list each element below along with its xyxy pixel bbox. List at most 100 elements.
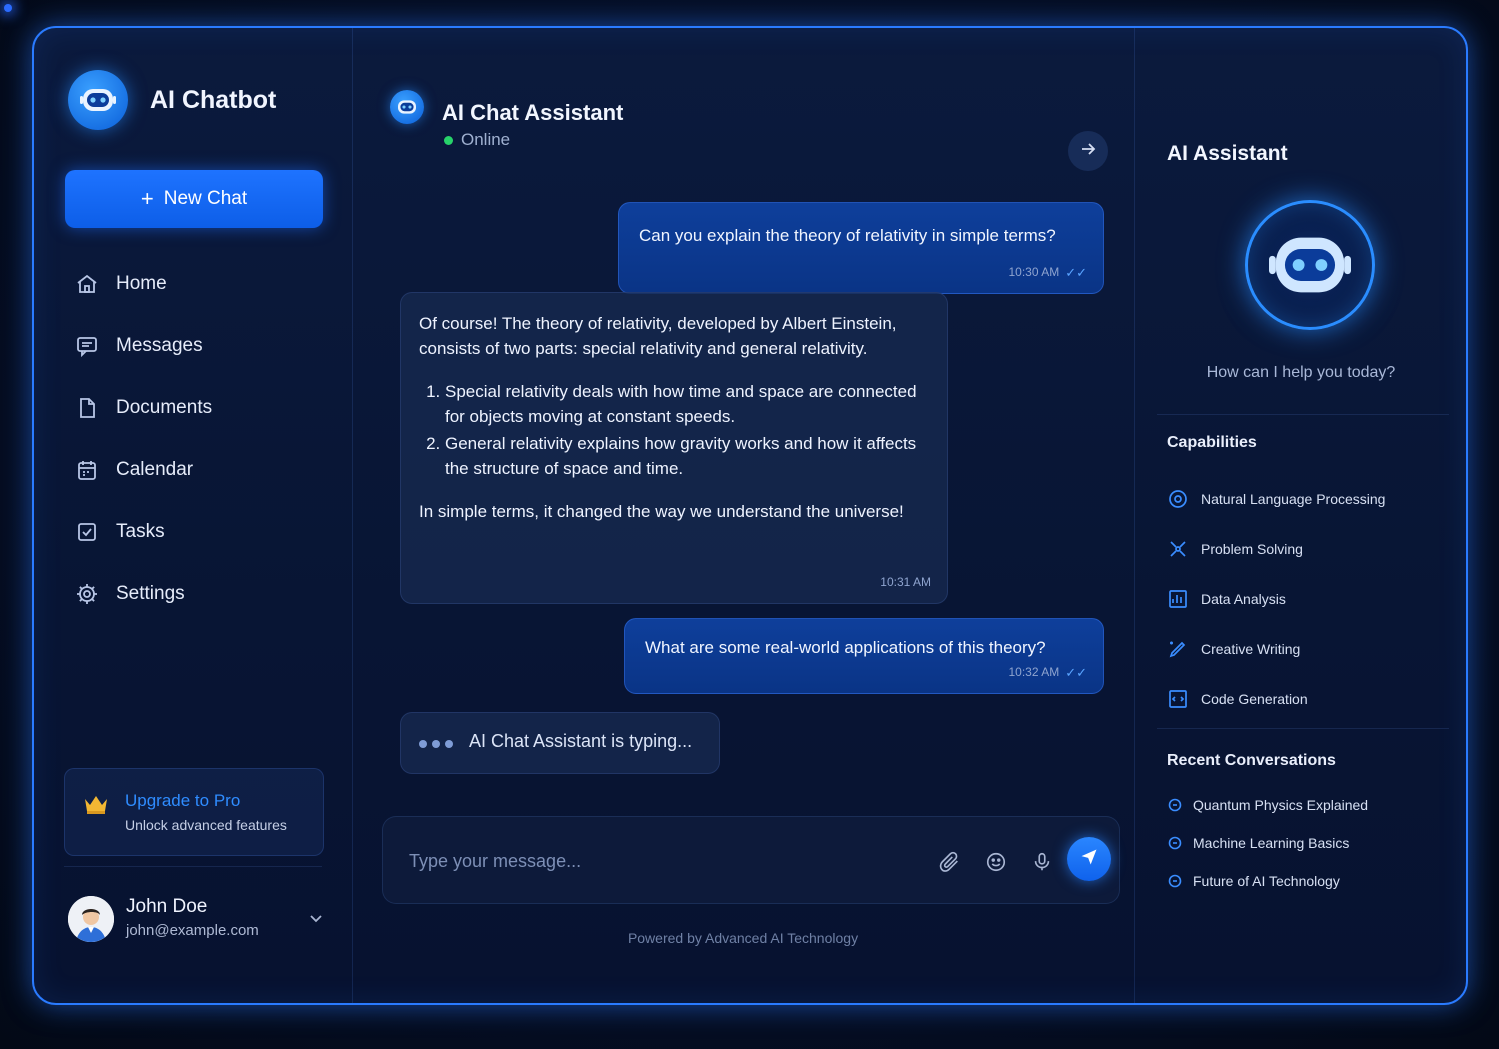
capability-label: Code Generation — [1201, 691, 1308, 707]
calendar-icon — [74, 457, 100, 483]
capability-label: Problem Solving — [1201, 541, 1303, 557]
sidebar-item-documents[interactable]: Documents — [74, 377, 334, 439]
status-text: Online — [461, 130, 511, 149]
user-message: What are some real-world applications of… — [624, 618, 1104, 694]
arrow-right-icon — [1079, 140, 1097, 163]
chat-main: AI Chat Assistant Online Can you explain… — [352, 28, 1134, 1003]
sidebar-item-calendar[interactable]: Calendar — [74, 439, 334, 501]
brand: AI Chatbot — [68, 70, 276, 130]
message-text: What are some real-world applications of… — [645, 638, 1046, 657]
gear-icon — [74, 581, 100, 607]
send-icon — [1079, 847, 1099, 872]
assistant-panel: AI Assistant How can I help you today? C… — [1134, 28, 1466, 1003]
recent-conversation-item[interactable]: Machine Learning Basics — [1167, 824, 1447, 862]
list-item: Special relativity deals with how time a… — [445, 379, 929, 429]
footer-note: Powered by Advanced AI Technology — [627, 930, 859, 946]
typing-text: AI Chat Assistant is typing... — [469, 731, 693, 751]
message-conclusion: In simple terms, it changed the way we u… — [419, 502, 904, 521]
divider — [64, 866, 322, 867]
double-check-icon: ✓✓ — [1065, 265, 1087, 280]
sidebar-item-label: Home — [116, 273, 167, 294]
message-input[interactable] — [407, 845, 891, 877]
brain-icon — [1167, 488, 1189, 510]
help-prompt: How can I help you today? — [1206, 364, 1396, 381]
robot-icon — [390, 90, 424, 124]
robot-avatar-icon — [1245, 200, 1375, 330]
recent-conversation-item[interactable]: Future of AI Technology — [1167, 862, 1447, 900]
chat-bubble-icon — [1167, 835, 1183, 851]
sidebar-item-settings[interactable]: Settings — [74, 563, 334, 625]
message-text: Can you explain the theory of relativity… — [639, 226, 1056, 245]
capability-creative-writing[interactable]: Creative Writing — [1167, 624, 1447, 674]
sidebar-nav: Home Messages Documents Calendar Tasks S… — [74, 253, 334, 625]
capability-code-generation[interactable]: Code Generation — [1167, 674, 1447, 724]
capability-nlp[interactable]: Natural Language Processing — [1167, 474, 1447, 524]
recent-conversation-item[interactable]: Quantum Physics Explained — [1167, 786, 1447, 824]
upgrade-card[interactable]: Upgrade to Pro Unlock advanced features — [64, 768, 324, 856]
puzzle-icon — [1167, 538, 1189, 560]
user-profile[interactable]: John Doe john@example.com — [68, 892, 324, 952]
chat-title: AI Chat Assistant — [442, 100, 624, 125]
plus-icon: + — [140, 186, 154, 211]
crown-icon — [83, 793, 109, 820]
capability-label: Creative Writing — [1201, 641, 1301, 657]
recent-heading: Recent Conversations — [1167, 752, 1336, 769]
message-time: 10:30 AM — [1008, 265, 1060, 279]
sidebar-item-label: Calendar — [116, 459, 194, 480]
message-meta: 10:31 AM — [880, 570, 931, 595]
chart-icon — [1167, 588, 1189, 610]
online-status: Online — [444, 130, 510, 150]
sidebar-item-tasks[interactable]: Tasks — [74, 501, 334, 563]
sidebar-item-label: Tasks — [116, 521, 165, 542]
capability-label: Data Analysis — [1201, 591, 1286, 607]
send-button[interactable] — [1067, 837, 1111, 881]
message-meta: 10:30 AM ✓✓ — [1009, 260, 1088, 285]
capability-problem-solving[interactable]: Problem Solving — [1167, 524, 1447, 574]
capabilities-list: Natural Language Processing Problem Solv… — [1167, 474, 1447, 724]
typing-indicator: AI Chat Assistant is typing... — [400, 712, 720, 774]
capability-data-analysis[interactable]: Data Analysis — [1167, 574, 1447, 624]
paperclip-icon[interactable] — [935, 847, 965, 877]
sidebar-item-label: Documents — [116, 397, 213, 418]
assistant-message: Of course! The theory of relativity, dev… — [400, 292, 948, 604]
message-list: Special relativity deals with how time a… — [419, 379, 929, 481]
avatar — [68, 896, 114, 942]
pen-icon — [1167, 638, 1189, 660]
panel-title: AI Assistant — [1167, 142, 1288, 165]
corner-glow-dot — [4, 4, 12, 12]
capability-label: Natural Language Processing — [1201, 491, 1386, 507]
conversation-title: Future of AI Technology — [1193, 873, 1340, 889]
sidebar-item-label: Messages — [116, 335, 203, 356]
share-button[interactable] — [1068, 131, 1108, 171]
conversation-title: Machine Learning Basics — [1193, 835, 1350, 851]
upgrade-subtitle: Unlock advanced features — [125, 817, 287, 833]
microphone-icon[interactable] — [1027, 847, 1057, 877]
sidebar-item-messages[interactable]: Messages — [74, 315, 334, 377]
document-icon — [74, 395, 100, 421]
sidebar-item-home[interactable]: Home — [74, 253, 334, 315]
user-name: John Doe — [126, 896, 208, 917]
chat-bubble-icon — [1167, 873, 1183, 889]
message-icon — [74, 333, 100, 359]
divider — [1157, 414, 1449, 415]
message-body: Of course! The theory of relativity, dev… — [419, 311, 929, 524]
robot-logo-icon — [68, 70, 128, 130]
new-chat-button[interactable]: + New Chat — [65, 170, 323, 228]
conversation-title: Quantum Physics Explained — [1193, 797, 1369, 813]
new-chat-label: New Chat — [163, 188, 248, 209]
chat-bubble-icon — [1167, 797, 1183, 813]
message-intro: Of course! The theory of relativity, dev… — [419, 314, 897, 358]
emoji-icon[interactable] — [981, 847, 1011, 877]
divider — [1157, 728, 1449, 729]
home-icon — [74, 271, 100, 297]
upgrade-title[interactable]: Upgrade to Pro — [125, 791, 240, 811]
chevron-down-icon[interactable] — [308, 910, 324, 931]
message-meta: 10:32 AM ✓✓ — [1009, 660, 1088, 685]
sidebar-item-label: Settings — [116, 583, 185, 604]
double-check-icon: ✓✓ — [1065, 665, 1087, 680]
typing-dots-icon — [419, 740, 458, 748]
list-item: General relativity explains how gravity … — [445, 431, 929, 481]
message-time: 10:31 AM — [880, 575, 931, 589]
sidebar: AI Chatbot + New Chat Home Messages Docu… — [34, 28, 353, 1003]
recent-conversations-list: Quantum Physics Explained Machine Learni… — [1167, 786, 1447, 900]
